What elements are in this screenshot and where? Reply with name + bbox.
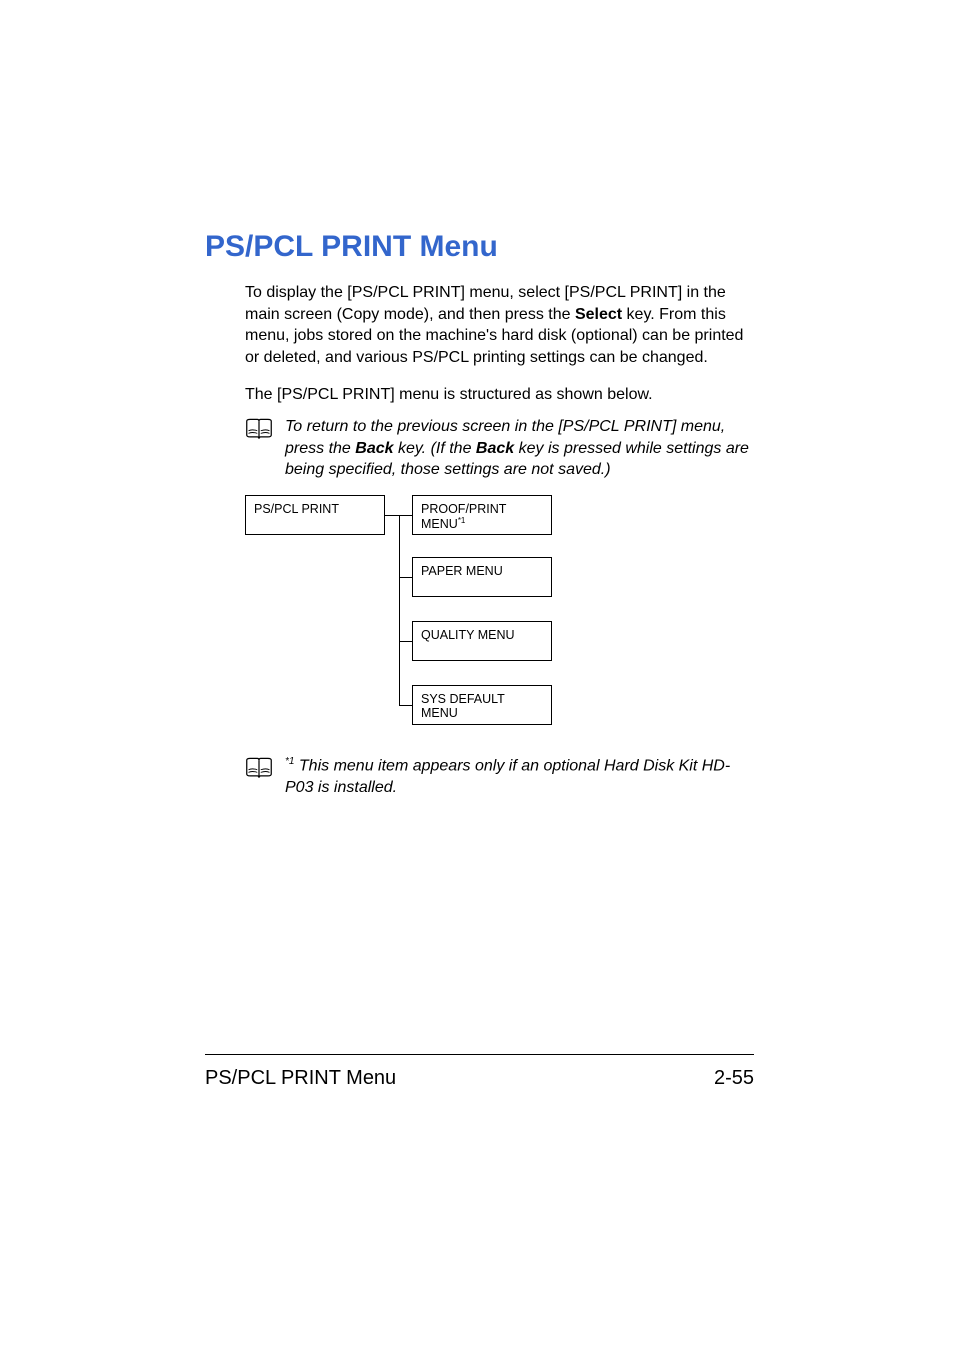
footer-row: PS/PCL PRINT Menu 2-55 <box>205 1067 754 1090</box>
note2-text: This menu item appears only if an option… <box>285 757 730 796</box>
diagram-child-box-3: QUALITY MENU <box>412 621 552 661</box>
diagram-connector <box>399 641 412 642</box>
diagram-child-box-4: SYS DEFAULT MENU <box>412 685 552 725</box>
menu-diagram: PS/PCL PRINT PROOF/PRINT MENU*1 PAPER ME… <box>245 495 754 725</box>
note-block-1: To return to the previous screen in the … <box>245 416 754 481</box>
note-text-2: *1 This menu item appears only if an opt… <box>285 755 754 799</box>
diagram-child-box-2: PAPER MENU <box>412 557 552 597</box>
intro-paragraph: To display the [PS/PCL PRINT] menu, sele… <box>245 282 754 368</box>
note-block-2: *1 This menu item appears only if an opt… <box>245 755 754 799</box>
back-key-label-1: Back <box>355 440 393 457</box>
footer-right: 2-55 <box>714 1067 754 1090</box>
diagram-child-label-3: QUALITY MENU <box>421 628 515 642</box>
diagram-child-sup-1: *1 <box>458 516 466 525</box>
book-icon <box>245 418 273 440</box>
diagram-connector <box>385 515 399 516</box>
back-key-label-2: Back <box>476 440 514 457</box>
note-text-1: To return to the previous screen in the … <box>285 416 754 481</box>
diagram-child-label-4: SYS DEFAULT MENU <box>421 692 505 720</box>
diagram-connector <box>399 577 412 578</box>
select-key-label: Select <box>575 306 622 323</box>
diagram-connector <box>399 705 412 706</box>
book-icon <box>245 757 273 779</box>
diagram-child-box-1: PROOF/PRINT MENU*1 <box>412 495 552 535</box>
footer-rule <box>205 1054 754 1055</box>
diagram-connector <box>399 515 400 705</box>
diagram-root-box: PS/PCL PRINT <box>245 495 385 535</box>
diagram-connector <box>399 515 412 516</box>
document-page: PS/PCL PRINT Menu To display the [PS/PCL… <box>0 0 954 1350</box>
footer-left: PS/PCL PRINT Menu <box>205 1067 396 1090</box>
note1-b: key. (If the <box>394 440 476 457</box>
page-title: PS/PCL PRINT Menu <box>205 230 754 264</box>
page-footer: PS/PCL PRINT Menu 2-55 <box>205 1054 754 1090</box>
diagram-child-label-2: PAPER MENU <box>421 564 503 578</box>
diagram-root-label: PS/PCL PRINT <box>254 502 339 516</box>
structure-paragraph: The [PS/PCL PRINT] menu is structured as… <box>245 384 754 406</box>
